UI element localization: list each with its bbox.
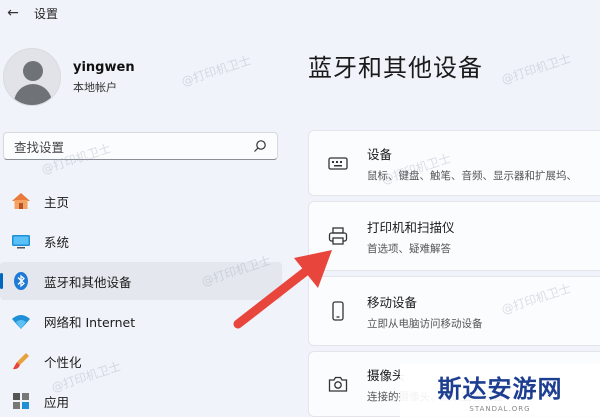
watermark: @打印机卫士 bbox=[499, 51, 573, 87]
card-desc: 鼠标、键盘、触笔、音频、显示器和扩展坞、 bbox=[367, 169, 577, 182]
sidebar-item-apps[interactable]: 应用 bbox=[0, 382, 282, 417]
sidebar-item-home[interactable]: 主页 bbox=[0, 182, 282, 220]
card-desc: 首选项、疑难解答 bbox=[367, 242, 451, 255]
app-title: 设置 bbox=[34, 6, 59, 21]
card-title: 打印机和扫描仪 bbox=[367, 219, 455, 235]
card-title: 设备 bbox=[367, 146, 393, 162]
username: yingwen bbox=[73, 59, 135, 75]
bluetooth-icon bbox=[10, 270, 32, 292]
back-button[interactable]: ← bbox=[0, 0, 26, 26]
search-input[interactable]: 查找设置 bbox=[3, 132, 278, 160]
sidebar-item-label: 网络和 Internet bbox=[44, 314, 136, 330]
user-profile[interactable]: yingwen 本地帐户 bbox=[3, 48, 135, 106]
sidebar-item-label: 应用 bbox=[44, 394, 70, 410]
sidebar: yingwen 本地帐户 查找设置 主页 系统 蓝牙和其他设备 网络和 Inte… bbox=[0, 26, 290, 417]
sidebar-item-personalization[interactable]: 个性化 bbox=[0, 342, 282, 380]
card-mobile-devices[interactable]: 移动设备 立即从电脑访问移动设备 bbox=[308, 276, 600, 346]
card-title: 移动设备 bbox=[367, 294, 418, 310]
sidebar-item-label: 个性化 bbox=[44, 354, 82, 370]
page-title: 蓝牙和其他设备 bbox=[308, 54, 483, 82]
brand-logo: 斯达安游网 STANDAL.ORG bbox=[400, 364, 600, 417]
wifi-icon bbox=[10, 310, 32, 332]
card-printers[interactable]: 打印机和扫描仪 首选项、疑难解答 bbox=[308, 201, 600, 271]
sidebar-item-label: 系统 bbox=[44, 234, 70, 250]
keyboard-icon bbox=[327, 152, 349, 174]
search-placeholder: 查找设置 bbox=[14, 139, 65, 155]
printer-icon bbox=[327, 225, 349, 247]
system-icon bbox=[10, 230, 32, 252]
annotation-arrow-icon bbox=[233, 250, 332, 329]
sidebar-item-label: 主页 bbox=[44, 194, 70, 210]
search-icon bbox=[254, 140, 266, 152]
brand-name: 斯达安游网 bbox=[437, 373, 563, 403]
home-icon bbox=[10, 190, 32, 212]
brand-subtitle: STANDAL.ORG bbox=[469, 404, 531, 413]
camera-icon bbox=[327, 373, 349, 395]
card-desc: 立即从电脑访问移动设备 bbox=[367, 317, 483, 330]
back-arrow-icon: ← bbox=[7, 5, 19, 21]
sidebar-item-label: 蓝牙和其他设备 bbox=[44, 274, 132, 290]
brush-icon bbox=[10, 350, 32, 372]
apps-icon bbox=[10, 390, 32, 412]
card-devices[interactable]: 设备 鼠标、键盘、触笔、音频、显示器和扩展坞、 bbox=[308, 130, 600, 196]
title-bar: ← 设置 bbox=[0, 0, 600, 26]
account-type: 本地帐户 bbox=[73, 80, 117, 94]
avatar bbox=[3, 48, 61, 106]
